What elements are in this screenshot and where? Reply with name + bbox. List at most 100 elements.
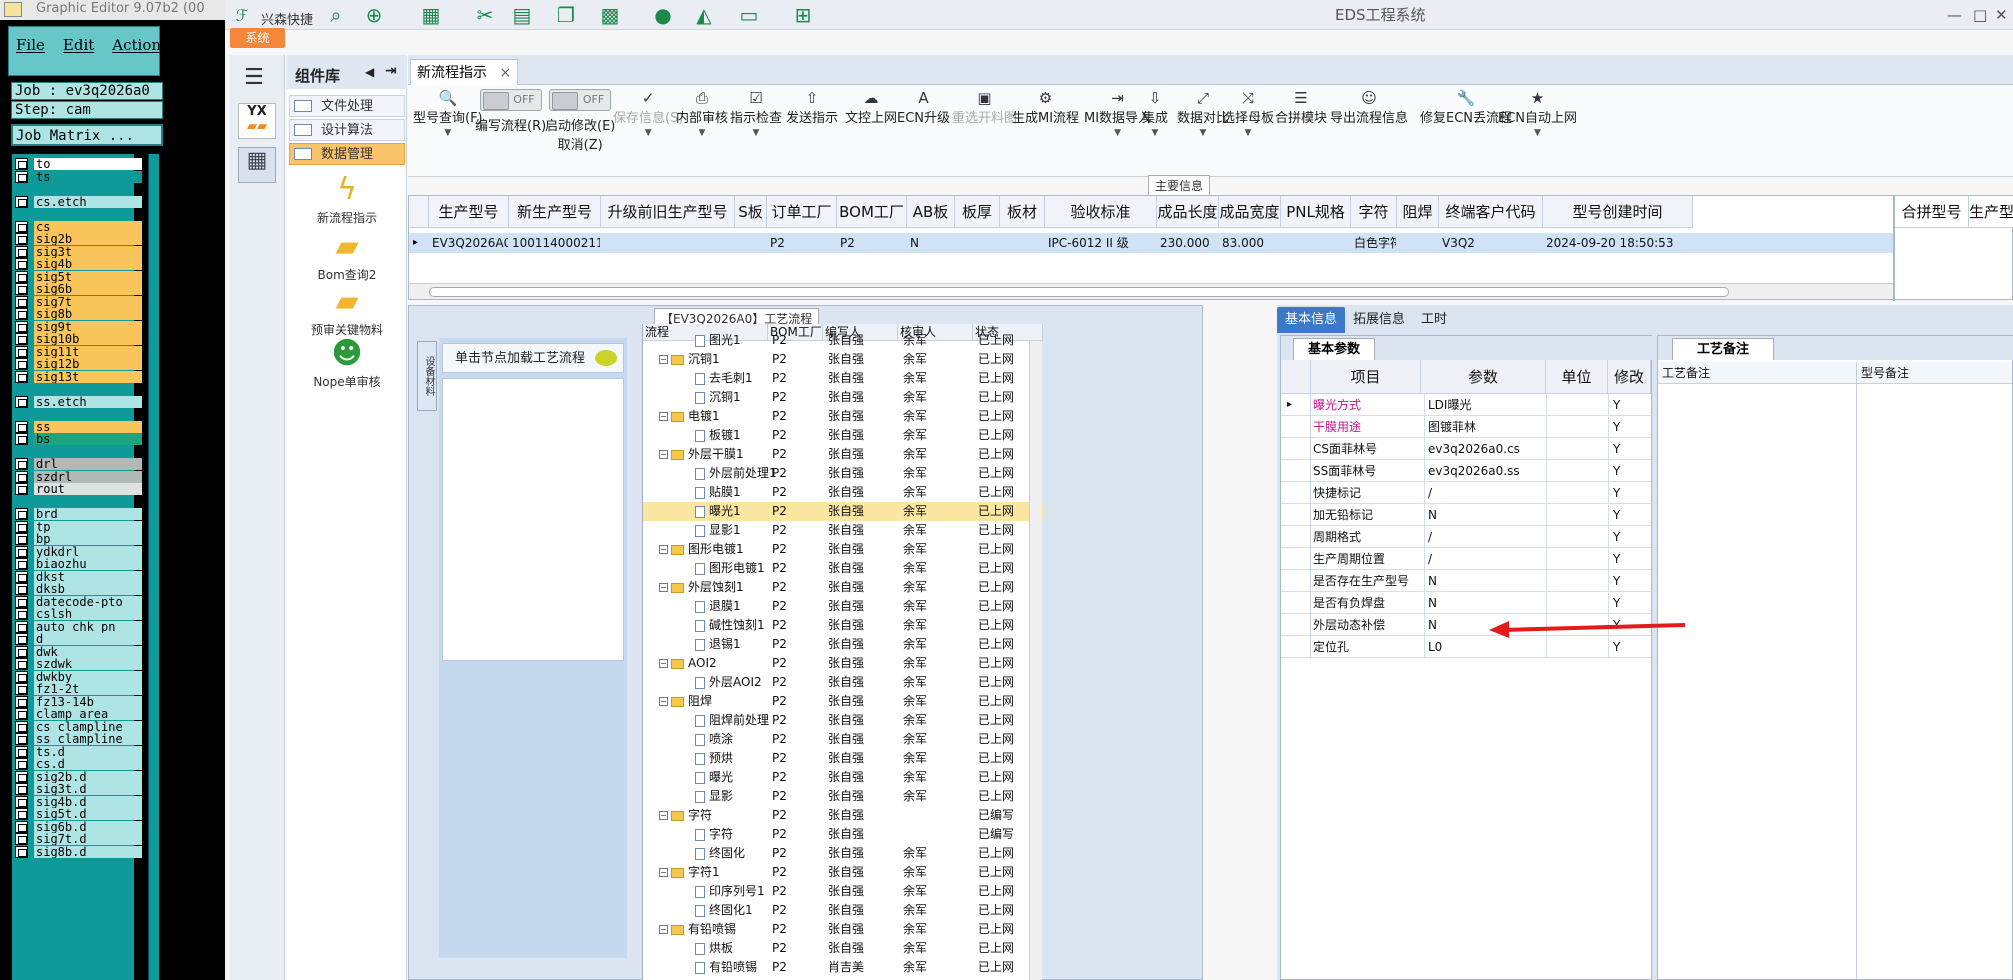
layer-row[interactable]: sig6b bbox=[15, 283, 142, 295]
param-row[interactable]: 生产周期位置 / Y bbox=[1281, 548, 1651, 570]
chevron-down-icon[interactable]: ▼ bbox=[1498, 128, 1577, 138]
layer-row[interactable] bbox=[15, 496, 142, 508]
layer-row[interactable]: to bbox=[15, 158, 142, 170]
layer-checkbox[interactable] bbox=[15, 570, 28, 583]
tree-row[interactable]: 印序列号1 P2 张自强 余军 已上网 bbox=[643, 882, 1043, 901]
layer-row[interactable]: sig2b bbox=[15, 233, 142, 245]
tab-new-process[interactable]: 新流程指示 × bbox=[410, 59, 519, 85]
tree-row[interactable]: 图形电镀1 P2 张自强 余军 已上网 bbox=[643, 559, 1043, 578]
layer-row[interactable]: cs.d bbox=[15, 758, 142, 770]
layer-checkbox[interactable] bbox=[15, 833, 28, 845]
layer-checkbox[interactable] bbox=[15, 533, 28, 545]
film-icon[interactable]: ▤ bbox=[509, 3, 535, 27]
chevron-down-icon[interactable]: ▼ bbox=[613, 128, 683, 138]
toolbar-button[interactable]: ⎙ 内部审核 ▼ bbox=[676, 89, 728, 138]
search-icon[interactable]: ⌕ bbox=[323, 3, 349, 27]
toolbar-button[interactable]: ⇧ 发送指示 bbox=[786, 89, 838, 126]
layer-row[interactable]: sig11t bbox=[15, 345, 142, 358]
tree-row[interactable]: − 沉铜1 P2 张自强 余军 已上网 bbox=[643, 350, 1043, 369]
file-process-button[interactable]: 文件处理 bbox=[289, 95, 405, 117]
layer-row[interactable] bbox=[15, 408, 142, 420]
tree-row[interactable]: 退锡1 P2 张自强 余军 已上网 bbox=[643, 635, 1043, 654]
layer-row[interactable]: ss bbox=[15, 420, 142, 433]
layer-row[interactable]: cs.etch bbox=[15, 195, 142, 208]
layer-checkbox[interactable] bbox=[15, 433, 28, 445]
data-management-button[interactable]: 数据管理 bbox=[289, 143, 405, 165]
layer-checkbox[interactable] bbox=[15, 233, 28, 245]
layer-checkbox[interactable] bbox=[15, 558, 28, 570]
tree-scrollbar[interactable] bbox=[1029, 341, 1042, 980]
tab-basic-info[interactable]: 基本信息 bbox=[1277, 307, 1346, 333]
layer-checkbox[interactable] bbox=[15, 808, 28, 820]
grid-header[interactable]: 终端客户代码 bbox=[1439, 196, 1543, 228]
chevron-down-icon[interactable]: ▼ bbox=[1142, 128, 1168, 138]
grid-header[interactable]: S板 bbox=[735, 196, 767, 228]
toggle-switch[interactable]: OFF bbox=[549, 89, 612, 111]
grid-hscroll-thumb[interactable] bbox=[429, 287, 1729, 297]
param-row[interactable]: SS面菲林号 ev3q2026a0.ss Y bbox=[1281, 460, 1651, 482]
layer-list-scrollbar[interactable] bbox=[148, 154, 159, 980]
layer-row[interactable]: dwk bbox=[15, 645, 142, 658]
grid-header[interactable]: BOM工厂 bbox=[837, 196, 907, 228]
grid-header[interactable]: 升级前旧生产型号 bbox=[601, 196, 735, 228]
layer-checkbox[interactable] bbox=[15, 820, 28, 833]
tree-row[interactable]: 去毛刺1 P2 张自强 余军 已上网 bbox=[643, 369, 1043, 388]
tree-row[interactable]: 沉铜1 P2 张自强 余军 已上网 bbox=[643, 388, 1043, 407]
toolbar-button[interactable]: OFF 启动修改(E) 取消(Z) bbox=[545, 89, 615, 153]
layer-row[interactable] bbox=[15, 383, 142, 395]
layer-checkbox[interactable] bbox=[15, 783, 28, 795]
grid-header[interactable]: 合拼型号 bbox=[1895, 196, 1969, 228]
layer-row[interactable]: ss.etch bbox=[15, 395, 142, 408]
layer-row[interactable]: sig5t bbox=[15, 270, 142, 283]
main-info-label[interactable]: 主要信息 bbox=[1148, 175, 1211, 196]
collapse-icon[interactable]: − bbox=[659, 583, 668, 592]
layer-checkbox[interactable] bbox=[15, 420, 28, 433]
chevron-down-icon[interactable]: ▼ bbox=[730, 128, 782, 138]
pre-review-item[interactable]: ▰ 预审关键物料 bbox=[287, 285, 407, 338]
layer-row[interactable] bbox=[15, 446, 142, 458]
param-row[interactable]: 快捷标记 / Y bbox=[1281, 482, 1651, 504]
tree-row[interactable]: 显影 P2 张自强 余军 已上网 bbox=[643, 787, 1043, 806]
tree-row[interactable]: − 图形电镀1 P2 张自强 余军 已上网 bbox=[643, 540, 1043, 559]
toolbar-button[interactable]: ☰ 合拼模块 bbox=[1275, 89, 1327, 126]
layer-row[interactable]: tp bbox=[15, 520, 142, 533]
collapse-icon[interactable]: − bbox=[659, 355, 668, 364]
layer-checkbox[interactable] bbox=[15, 608, 28, 620]
chevron-down-icon[interactable]: ▼ bbox=[413, 128, 483, 138]
param-header[interactable]: 修改 bbox=[1608, 360, 1651, 394]
chart-icon[interactable]: ◭ bbox=[691, 3, 717, 27]
layer-row[interactable]: dkst bbox=[15, 570, 142, 583]
tree-row[interactable]: 退膜1 P2 张自强 余军 已上网 bbox=[643, 597, 1043, 616]
layer-row[interactable]: datecode-pto bbox=[15, 595, 142, 608]
layer-checkbox[interactable] bbox=[15, 158, 28, 170]
layer-checkbox[interactable] bbox=[15, 770, 28, 783]
close-button[interactable]: ✕ bbox=[1995, 6, 2008, 24]
design-algorithm-button[interactable]: 设计算法 bbox=[289, 119, 405, 141]
layer-checkbox[interactable] bbox=[15, 195, 28, 208]
layer-checkbox[interactable] bbox=[15, 320, 28, 333]
layer-checkbox[interactable] bbox=[15, 670, 28, 683]
param-row[interactable]: ▸ 曝光方式 LDI曝光 Y bbox=[1281, 394, 1651, 416]
toolbar-button[interactable]: 🔍 型号查询(F) ▼ bbox=[413, 89, 483, 138]
layer-checkbox[interactable] bbox=[15, 483, 28, 495]
collapse-icon[interactable]: − bbox=[659, 868, 668, 877]
layer-checkbox[interactable] bbox=[15, 795, 28, 808]
grid-header[interactable]: AB板 bbox=[907, 196, 955, 228]
layer-checkbox[interactable] bbox=[15, 333, 28, 345]
param-row[interactable]: 周期格式 / Y bbox=[1281, 526, 1651, 548]
monitor-icon[interactable]: ▭ bbox=[736, 3, 762, 27]
layer-checkbox[interactable] bbox=[15, 283, 28, 295]
layer-checkbox[interactable] bbox=[15, 758, 28, 770]
layer-row[interactable]: drl bbox=[15, 458, 142, 470]
load-process-button[interactable]: 单击节点加载工艺流程 bbox=[442, 343, 624, 373]
tree-row[interactable]: 字符 P2 张自强 已编写 bbox=[643, 825, 1043, 844]
grid-header[interactable]: 生产型号 bbox=[429, 196, 509, 228]
layer-checkbox[interactable] bbox=[15, 658, 28, 670]
yx-module-icon[interactable]: YX ▰▰ bbox=[238, 103, 276, 139]
layer-checkbox[interactable] bbox=[15, 270, 28, 283]
layer-row[interactable]: sig12b bbox=[15, 358, 142, 370]
layer-row[interactable]: sig7t.d bbox=[15, 833, 142, 845]
layer-checkbox[interactable] bbox=[15, 295, 28, 308]
layer-row[interactable]: sig10b bbox=[15, 333, 142, 345]
layer-row[interactable]: rout bbox=[15, 483, 142, 495]
